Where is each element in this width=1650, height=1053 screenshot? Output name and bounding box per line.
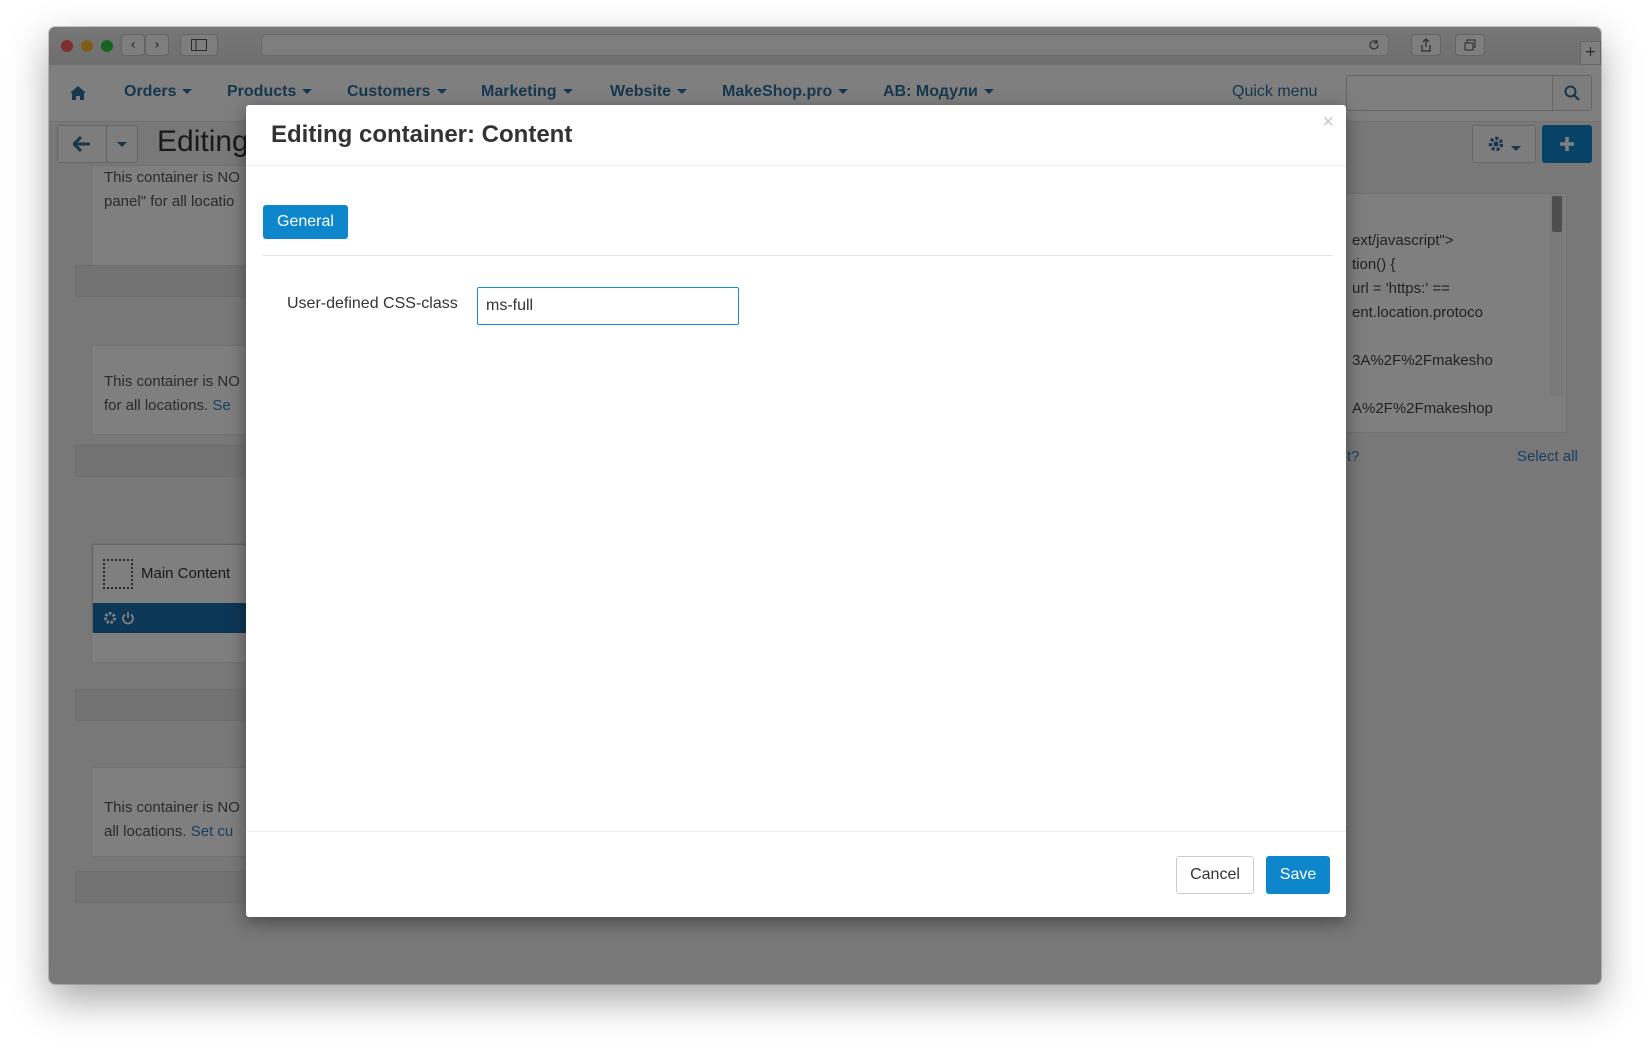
tab-divider [263, 255, 1333, 256]
cancel-button[interactable]: Cancel [1176, 856, 1254, 894]
save-button[interactable]: Save [1266, 856, 1330, 894]
edit-container-dialog: Editing container: Content × General Use… [246, 105, 1346, 917]
tab-general[interactable]: General [263, 205, 348, 239]
browser-window: ‹ › + Orders [49, 27, 1601, 984]
modal-footer: Cancel Save [246, 831, 1346, 918]
modal-title: Editing container: Content [271, 121, 573, 148]
modal-header: Editing container: Content × [246, 105, 1346, 166]
close-icon[interactable]: × [1322, 111, 1334, 134]
css-class-label: User-defined CSS-class [287, 295, 458, 312]
css-class-input[interactable] [477, 287, 739, 325]
